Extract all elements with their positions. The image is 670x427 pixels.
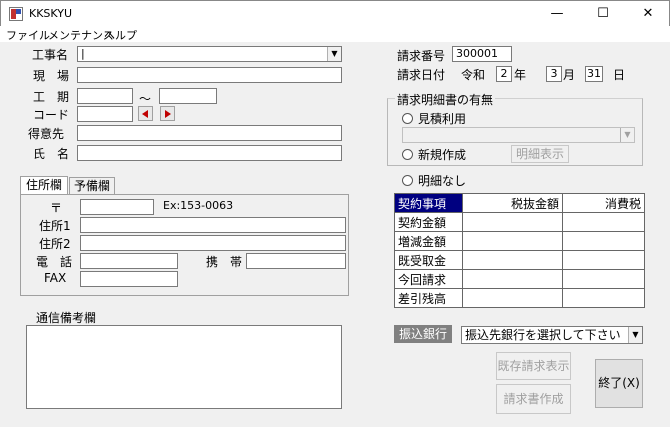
table-row: 増減金額 [394,231,645,251]
existing-invoice-button[interactable]: 既存請求表示 [496,352,571,380]
new-create-radio[interactable] [402,149,413,160]
code-prev-button[interactable] [138,106,153,121]
invoice-number-label: 請求番号 [397,49,446,63]
era-label: 令和 [461,68,486,82]
maximize-button[interactable]: ☐ [580,1,626,27]
tax-cell[interactable] [562,269,645,289]
use-estimate-label: 見積利用 [418,112,467,126]
bank-label: 振込銀行 [394,325,452,343]
site-label: 現 場 [33,69,70,83]
year-input[interactable]: 2 [496,66,512,82]
name-label: 氏 名 [33,147,70,161]
tax-cell[interactable] [562,212,645,232]
grid-header-item: 契約事項 [394,193,463,213]
period-label: 工 期 [33,90,70,104]
show-detail-button[interactable]: 明細表示 [511,145,569,163]
row-label: 増減金額 [394,231,463,251]
amount-grid: 契約事項 税抜金額 消費税 契約金額 増減金額 既受取金 今回請求 差引残高 [394,193,645,308]
month-unit: 月 [563,68,576,82]
phone-label: 電 話 [36,255,73,269]
month-input[interactable]: 3 [546,66,562,82]
amount-cell[interactable] [462,231,563,251]
invoice-date-label: 請求日付 [397,68,446,82]
close-button[interactable]: ✕ [625,1,670,27]
postal-mark: 〒 [50,201,63,215]
tab-address[interactable]: 住所欄 [20,176,68,195]
memo-textarea[interactable] [26,325,342,409]
row-label: 既受取金 [394,250,463,270]
customer-label: 得意先 [28,127,65,141]
period-end-input[interactable] [159,88,217,104]
arrow-right-icon [165,110,171,118]
mobile-input[interactable] [246,253,346,269]
no-detail-label: 明細なし [418,174,467,188]
year-unit: 年 [514,68,527,82]
tax-cell[interactable] [562,250,645,270]
no-detail-radio[interactable] [402,175,413,186]
chevron-down-icon[interactable]: ▼ [327,47,341,61]
exit-button[interactable]: 終了(X) [595,359,643,408]
menu-file[interactable]: ファイル [6,27,50,43]
mobile-label: 携 帯 [206,255,243,269]
table-row: 契約金額 [394,212,645,232]
grid-header-amount: 税抜金額 [462,193,563,213]
bank-select-value: 振込先銀行を選択して下さい [465,328,621,342]
day-input[interactable]: 31 [585,66,603,82]
menu-help[interactable]: ヘルプ [104,27,137,43]
menu-bar: ファイル メンテナンス ヘルプ [0,26,670,42]
amount-cell[interactable] [462,269,563,289]
code-label: コード [33,108,70,122]
postal-input[interactable] [80,199,154,215]
detail-group-title: 請求明細書の有無 [395,91,496,108]
memo-label: 通信備考欄 [36,311,97,325]
address1-label: 住所1 [39,219,71,233]
period-separator: ～ [139,92,152,106]
site-input[interactable] [77,67,342,83]
grid-header-row: 契約事項 税抜金額 消費税 [394,193,645,213]
create-invoice-button[interactable]: 請求書作成 [496,384,571,414]
chevron-down-icon[interactable]: ▼ [620,128,634,142]
table-row: 今回請求 [394,269,645,289]
address2-input[interactable] [80,235,346,251]
period-start-input[interactable] [77,88,133,104]
row-label: 今回請求 [394,269,463,289]
minimize-button[interactable]: — [534,1,580,27]
window-title: KKSKYU [29,7,73,20]
amount-cell[interactable] [462,288,563,308]
amount-cell[interactable] [462,250,563,270]
code-input[interactable] [77,106,133,122]
use-estimate-radio[interactable] [402,113,413,124]
row-label: 差引残高 [394,288,463,308]
fax-input[interactable] [80,271,178,287]
fax-label: FAX [44,271,67,285]
invoice-number-input[interactable]: 300001 [452,46,512,62]
table-row: 既受取金 [394,250,645,270]
new-create-label: 新規作成 [418,148,467,162]
title-bar: KKSKYU — ☐ ✕ [0,0,670,26]
app-icon [9,7,23,21]
arrow-left-icon [142,110,148,118]
phone-input[interactable] [80,253,178,269]
address1-input[interactable] [80,217,346,233]
amount-cell[interactable] [462,212,563,232]
estimate-combo[interactable]: ▼ [402,127,635,143]
table-row: 差引残高 [394,288,645,308]
project-combo[interactable]: | ▼ [77,46,342,62]
tab-spare[interactable]: 予備欄 [69,177,115,194]
tax-cell[interactable] [562,288,645,308]
code-next-button[interactable] [160,106,175,121]
bank-select[interactable]: 振込先銀行を選択して下さい ▼ [461,326,643,344]
customer-input[interactable] [77,125,342,141]
chevron-down-icon[interactable]: ▼ [628,327,642,343]
project-label: 工事名 [32,48,69,62]
tax-cell[interactable] [562,231,645,251]
row-label: 契約金額 [394,212,463,232]
grid-header-tax: 消費税 [562,193,645,213]
day-unit: 日 [613,68,626,82]
name-input[interactable] [77,145,342,161]
postal-example: Ex:153-0063 [163,199,234,212]
address2-label: 住所2 [39,237,71,251]
